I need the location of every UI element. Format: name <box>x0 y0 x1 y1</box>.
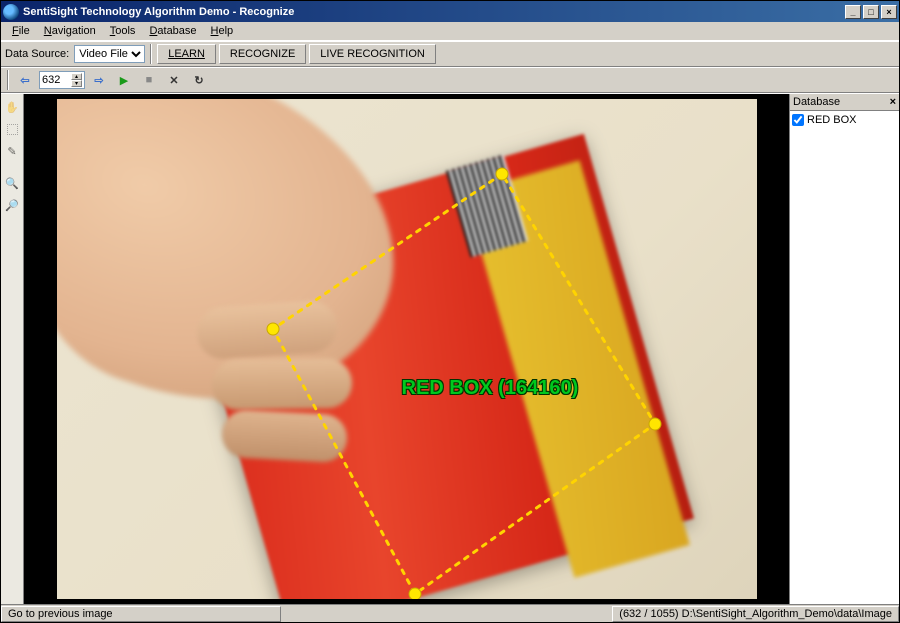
status-bar: Go to previous image (632 / 1055) D:\Sen… <box>1 604 899 622</box>
minimize-button[interactable]: _ <box>845 5 861 19</box>
x-icon: ✕ <box>169 74 178 87</box>
hand-icon: ✋ <box>5 101 19 114</box>
pencil-icon: ✎ <box>7 145 16 158</box>
frame-number-value: 632 <box>42 74 60 86</box>
status-left: Go to previous image <box>1 606 281 622</box>
database-list: RED BOX <box>790 111 899 604</box>
frame-number-input[interactable]: 632 ▴▾ <box>39 71 85 89</box>
left-tool-palette: ✋ ✎ 🔍 🔎 <box>1 94 24 604</box>
marquee-tool-button[interactable] <box>3 120 21 138</box>
delete-button[interactable]: ✕ <box>163 70 185 90</box>
object-finger <box>211 358 352 410</box>
stop-icon: ■ <box>146 74 153 86</box>
menu-bar: File Navigation Tools Database Help <box>1 22 899 41</box>
arrow-left-icon: ⇦ <box>20 74 29 87</box>
database-item[interactable]: RED BOX <box>792 114 897 126</box>
reload-icon: ↻ <box>194 74 203 87</box>
database-panel: Database × RED BOX <box>789 94 899 604</box>
zoom-in-button[interactable]: 🔍 <box>3 174 21 192</box>
zoom-in-icon: 🔍 <box>5 177 19 190</box>
app-icon <box>3 4 19 20</box>
zoom-out-button[interactable]: 🔎 <box>3 196 21 214</box>
data-source-label: Data Source: <box>5 48 69 60</box>
status-right: (632 / 1055) D:\SentiSight_Algorithm_Dem… <box>612 606 899 622</box>
pencil-tool-button[interactable]: ✎ <box>3 142 21 160</box>
work-area: ✋ ✎ 🔍 🔎 RED BOX (164160) Database × <box>1 93 899 604</box>
maximize-button[interactable]: □ <box>863 5 879 19</box>
stop-button[interactable]: ■ <box>138 70 160 90</box>
close-button[interactable]: × <box>881 5 897 19</box>
window-title: SentiSight Technology Algorithm Demo - R… <box>23 6 843 18</box>
database-item-checkbox[interactable] <box>792 114 804 126</box>
separator <box>7 70 9 90</box>
play-button[interactable]: ▶ <box>113 70 135 90</box>
object-finger <box>220 409 347 463</box>
learn-button[interactable]: LEARN <box>157 44 216 64</box>
detection-label: RED BOX (164160) <box>402 377 579 400</box>
toolbar-nav: ⇦ 632 ▴▾ ⇨ ▶ ■ ✕ ↻ <box>1 67 899 93</box>
separator <box>150 44 152 64</box>
zoom-out-icon: 🔎 <box>5 199 19 212</box>
live-recognition-button[interactable]: LIVE RECOGNITION <box>309 44 436 64</box>
canvas-area[interactable]: RED BOX (164160) <box>24 94 789 604</box>
arrow-right-icon: ⇨ <box>94 74 103 87</box>
menu-tools[interactable]: Tools <box>103 23 143 39</box>
database-panel-title: Database <box>793 96 840 108</box>
object-finger <box>195 299 338 361</box>
toolbar-main: Data Source: Video File LEARN RECOGNIZE … <box>1 41 899 67</box>
title-bar: SentiSight Technology Algorithm Demo - R… <box>1 1 899 22</box>
menu-file[interactable]: File <box>5 23 37 39</box>
marquee-icon <box>7 124 18 135</box>
recognize-button[interactable]: RECOGNIZE <box>219 44 306 64</box>
play-icon: ▶ <box>120 74 128 87</box>
video-frame: RED BOX (164160) <box>57 99 757 599</box>
database-item-label: RED BOX <box>807 114 857 126</box>
database-panel-close[interactable]: × <box>890 96 896 108</box>
reload-button[interactable]: ↻ <box>188 70 210 90</box>
database-panel-header: Database × <box>790 94 899 111</box>
hand-tool-button[interactable]: ✋ <box>3 98 21 116</box>
next-image-button[interactable]: ⇨ <box>88 70 110 90</box>
prev-image-button[interactable]: ⇦ <box>14 70 36 90</box>
menu-help[interactable]: Help <box>204 23 241 39</box>
menu-navigation[interactable]: Navigation <box>37 23 103 39</box>
frame-spinner[interactable]: ▴▾ <box>71 73 82 87</box>
data-source-select[interactable]: Video File <box>74 45 145 63</box>
menu-database[interactable]: Database <box>142 23 203 39</box>
